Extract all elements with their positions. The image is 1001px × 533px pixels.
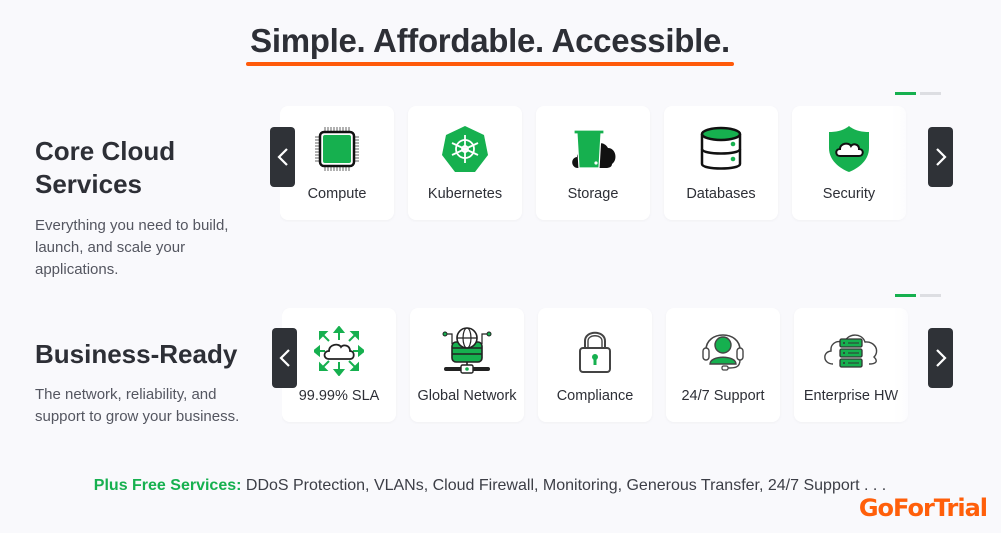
section-description-business-ready: The network, reliability, and support to…	[35, 386, 240, 425]
chevron-left-icon	[278, 349, 290, 367]
cloud-arrows-icon	[314, 326, 364, 376]
service-card-kubernetes[interactable]: Kubernetes	[408, 106, 522, 220]
padlock-icon	[579, 331, 611, 373]
pagination-dot-1[interactable]	[895, 92, 916, 95]
feature-card-next-partial[interactable]: Doc	[922, 308, 923, 422]
headline-underline	[246, 62, 734, 66]
feature-card-support[interactable]: 24/7 Support	[666, 308, 780, 422]
service-card-databases[interactable]: Databases	[664, 106, 778, 220]
feature-card-global-network[interactable]: Global Network	[410, 308, 524, 422]
carousel-prev-button[interactable]	[272, 328, 297, 388]
carousel-pagination-business	[895, 294, 941, 297]
feature-label: Enterprise HW	[803, 388, 899, 404]
service-card-compute[interactable]: Compute	[280, 106, 394, 220]
cloud-server-icon	[824, 334, 878, 368]
shield-cloud-icon	[829, 126, 869, 172]
free-services-list: DDoS Protection, VLANs, Cloud Firewall, …	[241, 477, 887, 494]
section-title-business-ready: Business-Ready	[35, 339, 238, 369]
chevron-right-icon	[935, 349, 947, 367]
carousel-next-button[interactable]	[928, 127, 953, 187]
service-label: Security	[822, 186, 876, 202]
feature-label: 24/7 Support	[681, 388, 765, 404]
chevron-left-icon	[276, 148, 288, 166]
carousel-pagination-core	[895, 92, 941, 95]
service-label: Storage	[567, 186, 619, 202]
pagination-dot-2[interactable]	[920, 294, 941, 297]
cpu-chip-icon	[315, 127, 359, 171]
service-label: Compute	[307, 186, 367, 202]
free-services-footer: Plus Free Services: DDoS Protection, VLA…	[0, 477, 980, 495]
watermark-logo: GoForTrial	[858, 494, 988, 522]
section-title-core-cloud: Core Cloud Services	[35, 136, 176, 199]
service-card-next-partial[interactable]: Ne	[920, 106, 921, 220]
free-services-label: Plus Free Services:	[93, 477, 242, 494]
carousel-core-cloud: Compute Kubernetes Storage Databases Sec…	[280, 106, 921, 222]
service-label: Databases	[686, 186, 756, 202]
feature-label: Doc	[922, 388, 923, 404]
service-label: Kubernetes	[427, 186, 503, 202]
headset-agent-icon	[702, 334, 744, 371]
page-headline: Simple. Affordable. Accessible.	[246, 22, 734, 66]
database-icon	[700, 126, 742, 170]
service-label: Ne	[920, 186, 921, 202]
section-description-core-cloud: Everything you need to build, launch, an…	[35, 217, 229, 278]
kubernetes-helm-icon	[442, 126, 488, 172]
carousel-next-button[interactable]	[928, 328, 953, 388]
pagination-dot-1[interactable]	[895, 294, 916, 297]
globe-server-icon	[442, 327, 492, 374]
feature-card-sla[interactable]: 99.99% SLA	[282, 308, 396, 422]
service-card-security[interactable]: Security	[792, 106, 906, 220]
feature-label: 99.99% SLA	[298, 388, 380, 404]
storage-bucket-cloud-icon	[572, 129, 616, 169]
pagination-dot-2[interactable]	[920, 92, 941, 95]
feature-label: Global Network	[417, 388, 517, 404]
headline-text: Simple. Affordable. Accessible.	[250, 22, 730, 59]
chevron-right-icon	[935, 148, 947, 166]
carousel-prev-button[interactable]	[270, 127, 295, 187]
service-card-storage[interactable]: Storage	[536, 106, 650, 220]
feature-card-compliance[interactable]: Compliance	[538, 308, 652, 422]
feature-card-enterprise-hw[interactable]: Enterprise HW	[794, 308, 908, 422]
headline-container: Simple. Affordable. Accessible.	[0, 22, 980, 66]
feature-label: Compliance	[556, 388, 634, 404]
carousel-business-ready: 99.99% SLA Global Network Compliance 24/…	[282, 308, 923, 424]
